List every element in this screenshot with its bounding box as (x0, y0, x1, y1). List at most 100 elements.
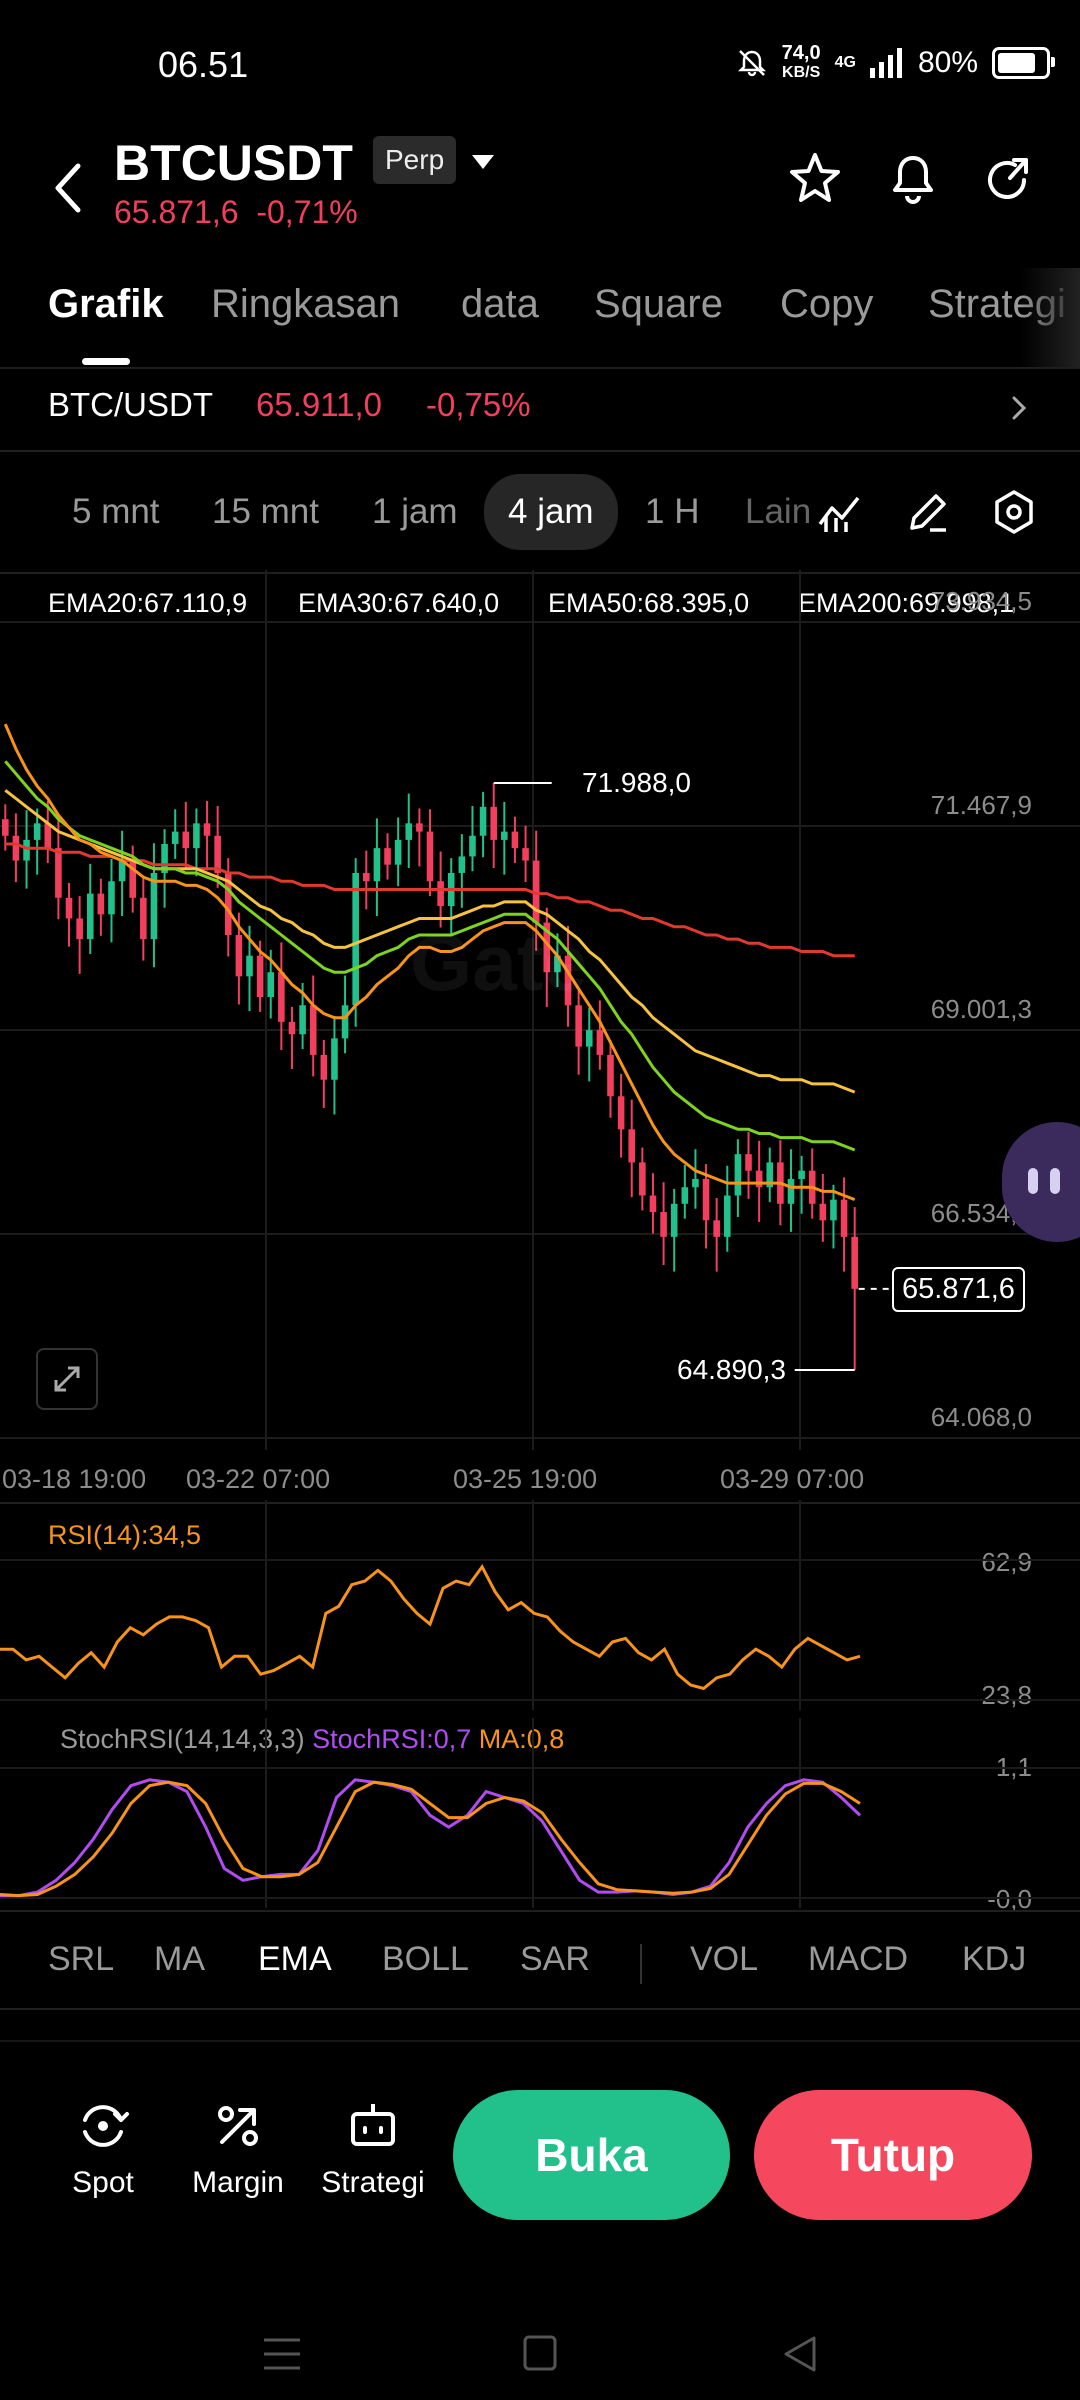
network-type: 4G (834, 54, 856, 71)
candle (363, 850, 370, 910)
indicator-boll[interactable]: BOLL (382, 1940, 469, 1979)
interval-4h[interactable]: 4 jam (484, 474, 618, 550)
candle (12, 813, 20, 883)
tab-grafik[interactable]: Grafik (48, 282, 164, 327)
stochrsi-chart[interactable] (0, 1718, 1080, 1908)
candle (501, 801, 508, 875)
candle-body (596, 1030, 604, 1055)
back-nav-icon[interactable] (780, 2334, 818, 2374)
mute-icon (737, 50, 766, 77)
candle-body (755, 1170, 763, 1188)
candle (490, 782, 497, 869)
indicator-vol[interactable]: VOL (690, 1940, 758, 1979)
candle (819, 1174, 827, 1242)
chevron-down-icon[interactable] (472, 155, 494, 169)
candle-body (469, 835, 476, 857)
open-position-button[interactable]: Buka (453, 2090, 730, 2220)
candle-body (331, 1038, 338, 1080)
candle-body (787, 1178, 795, 1204)
indicator-sar[interactable]: SAR (520, 1940, 590, 1979)
candle-body (840, 1199, 848, 1237)
divider (0, 1910, 1080, 1912)
settings-hexagon-icon[interactable] (990, 488, 1038, 536)
candlestick-chart[interactable]: Gate (0, 570, 1080, 1450)
spot-action[interactable]: Spot (62, 2098, 144, 2200)
candle-body (150, 872, 158, 940)
x-tick-label: 03-22 07:00 (186, 1464, 331, 1494)
interval-15m[interactable]: 15 mnt (212, 492, 319, 532)
candle-body (373, 848, 381, 882)
margin-action[interactable]: Margin (186, 2098, 290, 2200)
candle-body (649, 1195, 657, 1213)
battery-percent: 80% (917, 46, 978, 79)
low-price-annotation: 64.890,3 (677, 1353, 786, 1385)
candle-body (479, 806, 487, 836)
interval-5m[interactable]: 5 mnt (72, 492, 160, 532)
candle-body (384, 848, 391, 865)
candle-body (575, 1005, 582, 1047)
pair-row[interactable]: BTC/USDT 65.911,0 -0,75% (0, 368, 1080, 452)
indicator-ema[interactable]: EMA (258, 1940, 332, 1979)
strategy-action[interactable]: Strategi (318, 2098, 428, 2200)
candle (405, 793, 413, 869)
candle-body (713, 1220, 720, 1237)
candle (203, 801, 211, 871)
home-icon[interactable] (522, 2334, 558, 2372)
action-bar: Spot Margin Strategi Buka Tutup (0, 2080, 1080, 2230)
star-icon[interactable] (786, 150, 844, 208)
y-tick-label: 64.068,0 (930, 1402, 1032, 1432)
candle (394, 817, 402, 887)
divider (0, 450, 1080, 452)
candle-body (405, 823, 413, 840)
y-tick-label: 73.934,5 (930, 586, 1032, 616)
candle (808, 1148, 816, 1219)
pair-name: BTC/USDT (48, 386, 213, 423)
candle-body (23, 839, 30, 861)
candle-body (692, 1178, 699, 1188)
x-tick-label: 03-18 19:00 (2, 1464, 147, 1494)
main-tabs: Grafik Ringkasan data Square Copy Strate… (0, 268, 1080, 368)
draw-pencil-icon[interactable] (904, 488, 952, 536)
candle (787, 1149, 795, 1232)
candle-body (140, 897, 147, 940)
candle-body (12, 835, 20, 861)
close-position-button[interactable]: Tutup (754, 2090, 1032, 2220)
candle-body (320, 1054, 328, 1080)
candle (288, 1006, 296, 1069)
interval-more[interactable]: Lain (745, 492, 811, 532)
chevron-right-icon[interactable] (1008, 390, 1030, 426)
tab-data[interactable]: data (461, 282, 539, 327)
divider (640, 1944, 642, 1984)
candle (851, 1207, 858, 1370)
candle-body (394, 839, 402, 865)
candle (182, 801, 190, 870)
indicator-kdj[interactable]: KDJ (962, 1940, 1026, 1979)
candle-body (617, 1096, 625, 1130)
tab-ringkasan[interactable]: Ringkasan (211, 282, 400, 327)
contract-badge[interactable]: Perp (373, 136, 457, 184)
indicator-ma[interactable]: MA (154, 1940, 205, 1979)
symbol-title[interactable]: BTCUSDT (114, 134, 353, 192)
net-speed: 74,0 KB/S (781, 42, 821, 81)
candle-body (851, 1236, 858, 1289)
share-icon[interactable] (980, 150, 1038, 208)
indicator-icon[interactable] (816, 488, 864, 536)
expand-icon[interactable] (36, 1348, 98, 1410)
back-arrow-icon[interactable] (48, 158, 88, 218)
candle-body (702, 1178, 710, 1221)
candle-body (267, 972, 275, 998)
bell-icon[interactable] (884, 150, 942, 208)
indicator-srl[interactable]: SRL (48, 1940, 114, 1979)
indicator-macd[interactable]: MACD (808, 1940, 908, 1979)
candle-body (734, 1154, 742, 1196)
spot-icon (83, 2105, 129, 2147)
menu-icon[interactable] (262, 2336, 302, 2372)
tab-copy[interactable]: Copy (780, 282, 873, 327)
interval-selector: 5 mnt 15 mnt 1 jam 4 jam 1 H Lain (0, 474, 1080, 554)
tab-square[interactable]: Square (594, 282, 723, 327)
interval-1d[interactable]: 1 H (645, 492, 699, 532)
candle-body (628, 1129, 636, 1163)
candle-body (76, 918, 83, 940)
interval-1h[interactable]: 1 jam (372, 492, 458, 532)
rsi-chart[interactable] (0, 1500, 1080, 1710)
